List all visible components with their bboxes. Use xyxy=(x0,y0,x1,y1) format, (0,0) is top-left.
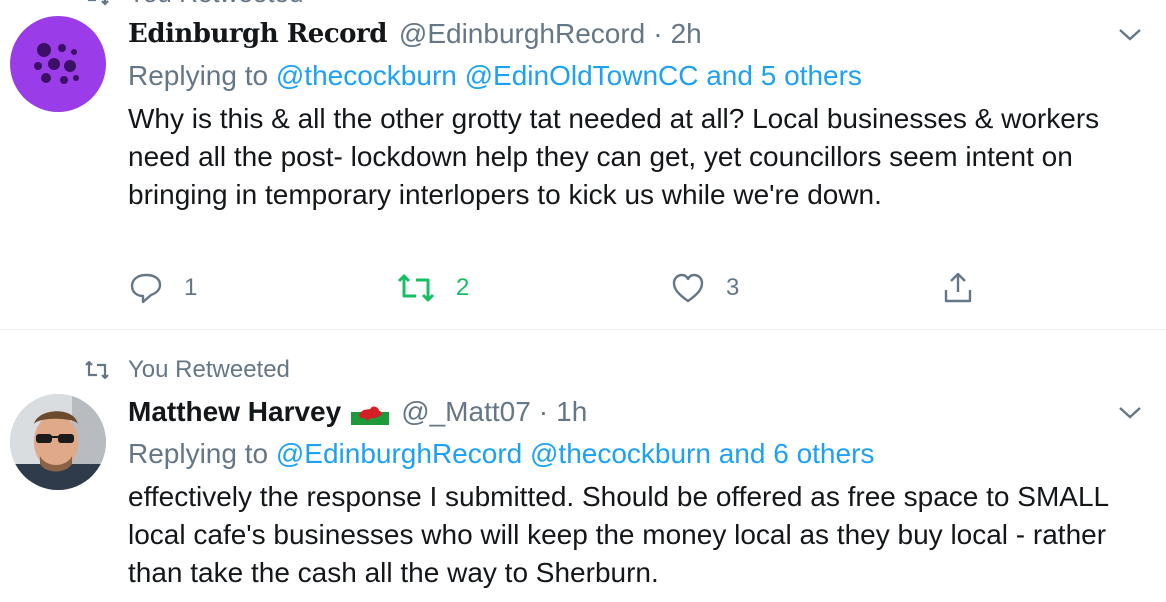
separator-dot: · xyxy=(538,396,549,427)
tweet-header: Matthew Harvey @_Matt07 · 1h xyxy=(128,396,587,428)
like-button[interactable]: 3 xyxy=(670,270,739,306)
replying-to: Replying to @thecockburn @EdinOldTownCC … xyxy=(128,60,862,92)
retweet-button[interactable]: 2 xyxy=(396,270,469,306)
retweet-count: 2 xyxy=(456,274,470,301)
replying-to: Replying to @EdinburghRecord @thecockbur… xyxy=(128,438,874,470)
tweet-edinburgh-record[interactable]: Edinburgh Record @EdinburghRecord · 2h R… xyxy=(0,0,1166,330)
like-icon xyxy=(672,273,704,303)
reply-icon xyxy=(130,273,162,304)
like-count: 3 xyxy=(726,274,740,301)
timestamp[interactable]: 1h xyxy=(556,396,587,428)
avatar-photo xyxy=(10,394,106,490)
display-name[interactable]: Matthew Harvey xyxy=(128,396,341,428)
reply-button[interactable]: 1 xyxy=(128,270,197,306)
timestamp[interactable]: 2h xyxy=(671,18,702,50)
avatar-logo-icon xyxy=(34,43,79,84)
display-name[interactable]: Edinburgh Record xyxy=(128,19,387,49)
reply-count: 1 xyxy=(184,274,198,301)
replying-prefix: Replying to xyxy=(128,438,269,469)
replying-prefix: Replying to xyxy=(128,60,269,91)
tweet-actions: 1 2 3 xyxy=(128,270,988,310)
handle[interactable]: @EdinburghRecord xyxy=(399,18,645,50)
share-button[interactable] xyxy=(940,270,996,306)
tweet-text: effectively the response I submitted. Sh… xyxy=(128,481,1109,588)
avatar[interactable] xyxy=(10,16,106,112)
share-icon xyxy=(944,272,972,303)
tweet-header: Edinburgh Record @EdinburghRecord · 2h xyxy=(128,18,702,50)
wales-flag-icon xyxy=(351,399,390,425)
avatar[interactable] xyxy=(10,394,106,490)
replying-to-links[interactable]: @EdinburghRecord @thecockburn and 6 othe… xyxy=(276,438,875,469)
chevron-down-icon[interactable] xyxy=(1116,24,1144,44)
separator-dot: · xyxy=(653,18,663,49)
retweet-icon xyxy=(397,274,435,302)
chevron-down-icon[interactable] xyxy=(1116,402,1144,422)
handle[interactable]: @_Matt07 xyxy=(401,396,531,428)
tweet-text: Why is this & all the other grotty tat n… xyxy=(128,103,1100,210)
replying-to-links[interactable]: @thecockburn @EdinOldTownCC and 5 others xyxy=(276,60,862,91)
tweet-matthew-harvey[interactable]: Matthew Harvey @_Matt07 · 1h Replying to… xyxy=(0,330,1166,602)
